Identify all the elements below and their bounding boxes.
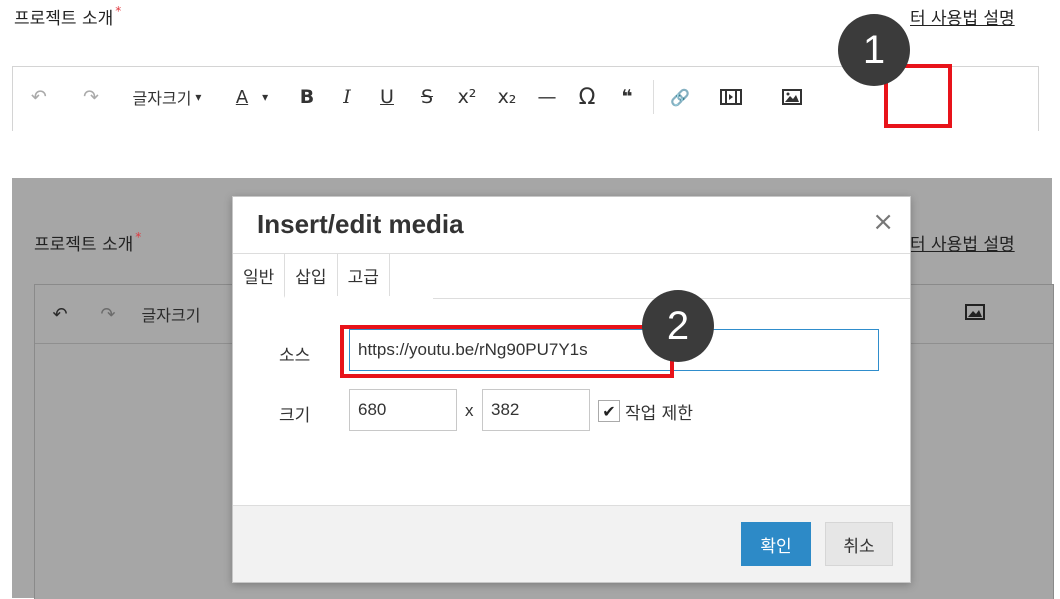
editor-help-link[interactable]: 터 사용법 설명 xyxy=(910,4,1015,29)
link-icon: 🔗 xyxy=(670,87,690,107)
insert-media-dialog: Insert/edit media × 일반 삽입 고급 소스 https://… xyxy=(232,196,911,583)
media-icon xyxy=(720,89,742,105)
constrain-checkbox[interactable]: ✔ xyxy=(598,400,620,422)
section-title: 프로젝트 소개 * xyxy=(14,4,121,29)
undo-icon: ↶ xyxy=(52,303,68,325)
omega-icon: Ω xyxy=(578,84,596,110)
italic-button[interactable]: I xyxy=(327,79,367,115)
horizontal-rule-icon: — xyxy=(537,86,557,108)
toolbar-divider xyxy=(653,80,654,114)
font-size-label: 글자크기 xyxy=(132,89,192,108)
dimmed-section-title: 프로젝트 소개 * xyxy=(34,230,141,255)
step-marker-2: 2 xyxy=(642,290,714,362)
subscript-icon: x₂ xyxy=(497,86,517,108)
close-icon[interactable]: × xyxy=(872,207,894,237)
dimmed-help-link: 터 사용법 설명 xyxy=(910,235,1015,255)
quote-icon: ❝ xyxy=(621,86,633,108)
dimmed-section-title-text: 프로젝트 소개 xyxy=(34,235,134,255)
blockquote-button[interactable]: ❝ xyxy=(607,79,647,115)
chevron-down-icon: ▾ xyxy=(262,90,269,104)
dimmed-font-size: 글자크기 xyxy=(131,286,211,342)
superscript-icon: x² xyxy=(457,86,477,108)
cancel-button[interactable]: 취소 xyxy=(825,522,893,566)
height-input[interactable]: 382 xyxy=(482,389,590,431)
ok-button[interactable]: 확인 xyxy=(741,522,811,566)
font-size-label: 글자크기 xyxy=(141,306,201,325)
subscript-button[interactable]: x₂ xyxy=(487,79,527,115)
source-label: 소스 xyxy=(279,346,311,366)
special-char-button[interactable]: Ω xyxy=(567,79,607,115)
required-mark: * xyxy=(115,4,122,18)
size-label: 크기 xyxy=(279,406,311,426)
dimmed-image-icon xyxy=(965,304,985,324)
chevron-down-icon: ▾ xyxy=(195,90,202,104)
strikethrough-button[interactable]: S xyxy=(407,79,447,115)
dimmed-undo-button: ↶ xyxy=(35,286,85,342)
section-title-text: 프로젝트 소개 xyxy=(14,9,114,29)
insert-image-button[interactable] xyxy=(762,79,822,115)
required-mark: * xyxy=(135,230,142,244)
step-marker-1: 1 xyxy=(838,14,910,86)
dimmed-redo-button: ↷ xyxy=(85,286,131,342)
superscript-button[interactable]: x² xyxy=(447,79,487,115)
undo-icon: ↶ xyxy=(31,86,47,108)
font-color-icon: A xyxy=(235,86,249,108)
redo-icon: ↷ xyxy=(83,86,99,108)
constrain-label: 작업 제한 xyxy=(625,404,693,424)
bold-button[interactable]: B xyxy=(287,79,327,115)
width-input[interactable]: 680 xyxy=(349,389,457,431)
dialog-footer: 확인 취소 xyxy=(233,506,910,582)
image-icon xyxy=(782,89,802,105)
underline-icon: U xyxy=(380,86,394,108)
checkmark-icon: ✔ xyxy=(602,401,616,421)
tab-advanced[interactable]: 고급 xyxy=(338,254,390,296)
dialog-tabs: 일반 삽입 고급 xyxy=(233,254,390,298)
link-button[interactable]: 🔗 xyxy=(660,79,700,115)
italic-icon: I xyxy=(343,86,351,108)
tab-general[interactable]: 일반 xyxy=(233,254,286,298)
dialog-title: Insert/edit media xyxy=(257,209,464,239)
undo-button[interactable]: ↶ xyxy=(13,79,65,115)
size-separator: x xyxy=(465,401,474,420)
redo-icon: ↷ xyxy=(100,303,116,325)
tab-embed[interactable]: 삽입 xyxy=(285,254,338,296)
source-input-highlight xyxy=(340,325,674,378)
font-size-dropdown[interactable]: 글자크기 ▾ xyxy=(117,79,217,115)
underline-button[interactable]: U xyxy=(367,79,407,115)
strikethrough-icon: S xyxy=(420,86,434,108)
insert-media-button[interactable] xyxy=(700,79,762,115)
horizontal-rule-button[interactable]: — xyxy=(527,79,567,115)
redo-button[interactable]: ↷ xyxy=(65,79,117,115)
font-color-button[interactable]: A ▾ xyxy=(217,79,287,115)
bold-icon: B xyxy=(299,86,315,108)
